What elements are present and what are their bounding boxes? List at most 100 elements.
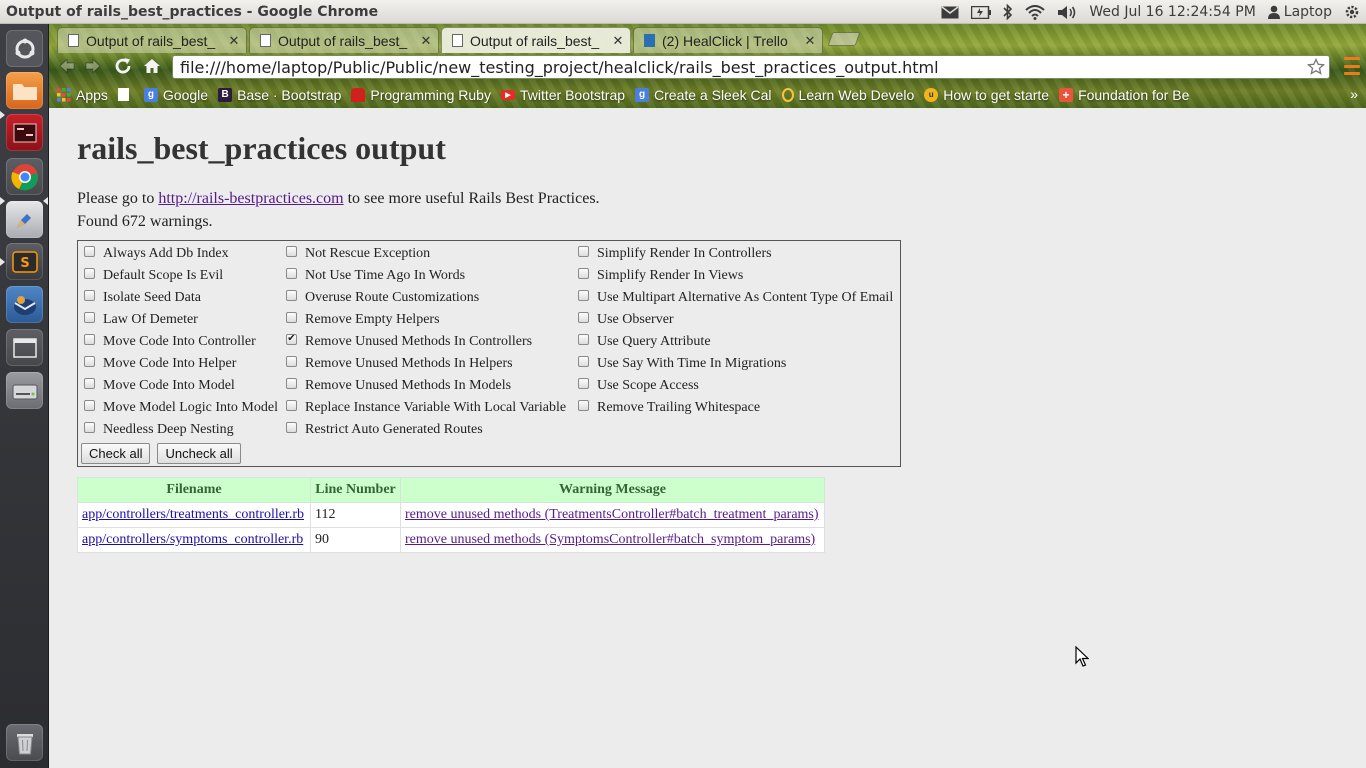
tab-trello[interactable]: (2) HealClick | Trello ✕ [633, 27, 823, 53]
filter-checkbox[interactable] [286, 311, 297, 323]
bluetooth-icon[interactable] [1003, 4, 1013, 20]
chrome-browser-icon[interactable] [6, 158, 43, 195]
volume-icon[interactable] [1057, 5, 1077, 20]
filter-checkbox[interactable] [286, 245, 297, 257]
filter-checkbox[interactable] [84, 377, 95, 389]
filter-option[interactable]: Simplify Render In Controllers [572, 243, 893, 265]
filter-option[interactable]: Law Of Demeter [78, 309, 278, 331]
filter-option[interactable]: Default Scope Is Evil [78, 265, 278, 287]
filter-checkbox[interactable] [84, 289, 95, 301]
bookmark-star-icon[interactable] [1303, 58, 1329, 76]
close-icon[interactable]: ✕ [420, 33, 432, 49]
filter-checkbox[interactable]: ✔ [286, 333, 297, 345]
disk-drive-icon[interactable] [6, 372, 43, 409]
filter-checkbox[interactable] [286, 289, 297, 301]
bookmark-foundation[interactable]: + Foundation for Be [1059, 87, 1189, 103]
filename-link[interactable]: app/controllers/symptoms_controller.rb [82, 532, 303, 547]
filter-checkbox[interactable] [578, 355, 589, 367]
close-icon[interactable]: ✕ [612, 33, 624, 49]
text-editor-icon[interactable] [6, 201, 43, 238]
column-header-warning-message[interactable]: Warning Message [400, 477, 825, 503]
filter-option[interactable]: Needless Deep Nesting [78, 419, 278, 441]
home-icon[interactable] [141, 55, 163, 77]
filter-option[interactable]: Move Code Into Model [78, 375, 278, 397]
filter-checkbox[interactable] [84, 311, 95, 323]
filter-checkbox[interactable] [84, 399, 95, 411]
check-all-button[interactable]: Check all [81, 443, 151, 464]
filter-option[interactable]: Move Model Logic Into Model [78, 397, 278, 419]
rails-bestpractices-link[interactable]: http://rails-bestpractices.com [158, 190, 343, 207]
back-arrow-icon[interactable] [56, 55, 78, 77]
filter-option[interactable]: Isolate Seed Data [78, 287, 278, 309]
user-menu[interactable]: Laptop [1267, 4, 1332, 20]
bookmark-bootstrap[interactable]: B Base · Bootstrap [218, 87, 341, 103]
filter-checkbox[interactable] [84, 267, 95, 279]
filter-option[interactable]: Use Say With Time In Migrations [572, 353, 893, 375]
sublime-text-icon[interactable]: S [6, 243, 43, 280]
chrome-menu-icon[interactable] [1344, 57, 1360, 75]
filter-option[interactable]: Use Observer [572, 309, 893, 331]
bookmark-apps[interactable]: Apps [57, 87, 108, 103]
filter-option[interactable]: Use Scope Access [572, 375, 893, 397]
bookmark-google[interactable]: g Google [143, 87, 208, 103]
filter-checkbox[interactable] [578, 333, 589, 345]
files-icon[interactable] [6, 72, 43, 109]
filter-option[interactable]: Move Code Into Controller [78, 331, 278, 353]
filter-option[interactable]: Remove Empty Helpers [280, 309, 566, 331]
filter-option[interactable]: Not Rescue Exception [280, 243, 566, 265]
bookmark-create-sleek[interactable]: g Create a Sleek Cal [635, 87, 772, 103]
tab-output-2[interactable]: Output of rails_best_ ✕ [249, 27, 439, 53]
filter-option[interactable]: Use Query Attribute [572, 331, 893, 353]
thunderbird-mail-icon[interactable] [6, 286, 43, 323]
warning-message-link[interactable]: remove unused methods (SymptomsControlle… [405, 532, 815, 547]
filter-option[interactable]: Remove Trailing Whitespace [572, 397, 893, 419]
filter-checkbox[interactable] [578, 377, 589, 389]
filter-option[interactable]: Replace Instance Variable With Local Var… [280, 397, 566, 419]
filter-option[interactable]: Not Use Time Ago In Words [280, 265, 566, 287]
column-header-filename[interactable]: Filename [77, 477, 311, 503]
filter-option[interactable]: Always Add Db Index [78, 243, 278, 265]
filter-option[interactable]: Use Multipart Alternative As Content Typ… [572, 287, 893, 309]
bookmark-twitter-bootstrap[interactable]: ▶ Twitter Bootstrap [500, 87, 625, 103]
power-gear-icon[interactable] [1344, 4, 1360, 20]
filter-option[interactable]: ✔ Remove Unused Methods In Controllers [280, 331, 566, 353]
bookmark-page[interactable] [117, 88, 134, 101]
filter-checkbox[interactable] [578, 399, 589, 411]
address-bar[interactable]: file:///home/laptop/Public/Public/new_te… [172, 55, 1330, 79]
filter-checkbox[interactable] [84, 421, 95, 433]
filter-option[interactable]: Simplify Render In Views [572, 265, 893, 287]
clock-datetime[interactable]: Wed Jul 16 12:24:54 PM [1089, 4, 1255, 20]
workspace-switcher-icon[interactable] [6, 329, 43, 366]
wifi-icon[interactable] [1025, 4, 1046, 20]
tab-output-active[interactable]: Output of rails_best_ ✕ [441, 27, 631, 53]
filter-checkbox[interactable] [578, 289, 589, 301]
filter-checkbox[interactable] [84, 333, 95, 345]
filter-checkbox[interactable] [286, 377, 297, 389]
filter-checkbox[interactable] [286, 355, 297, 367]
terminal-app-icon[interactable] [6, 114, 43, 151]
filter-option[interactable]: Remove Unused Methods In Models [280, 375, 566, 397]
bookmark-learn-web[interactable]: Learn Web Develo [781, 87, 914, 103]
warning-message-link[interactable]: remove unused methods (TreatmentsControl… [405, 507, 819, 522]
reload-icon[interactable] [112, 55, 134, 77]
column-header-line-number[interactable]: Line Number [310, 477, 401, 503]
bookmark-how-to-get-started[interactable]: u How to get starte [924, 87, 1049, 103]
forward-arrow-icon[interactable] [82, 55, 104, 77]
new-tab-button[interactable] [827, 32, 861, 46]
close-icon[interactable]: ✕ [804, 33, 816, 49]
close-icon[interactable]: ✕ [228, 33, 240, 49]
filter-checkbox[interactable] [84, 355, 95, 367]
filter-checkbox[interactable] [578, 311, 589, 323]
trash-icon[interactable] [6, 724, 43, 761]
filter-checkbox[interactable] [286, 399, 297, 411]
tab-output-1[interactable]: Output of rails_best_ ✕ [57, 27, 247, 53]
filter-checkbox[interactable] [578, 245, 589, 257]
filter-option[interactable]: Remove Unused Methods In Helpers [280, 353, 566, 375]
battery-icon[interactable] [971, 5, 992, 19]
mail-icon[interactable] [941, 5, 959, 19]
filter-option[interactable]: Overuse Route Customizations [280, 287, 566, 309]
filter-checkbox[interactable] [84, 245, 95, 257]
dash-home-icon[interactable] [6, 30, 43, 67]
filter-checkbox[interactable] [578, 267, 589, 279]
uncheck-all-button[interactable]: Uncheck all [157, 443, 241, 464]
